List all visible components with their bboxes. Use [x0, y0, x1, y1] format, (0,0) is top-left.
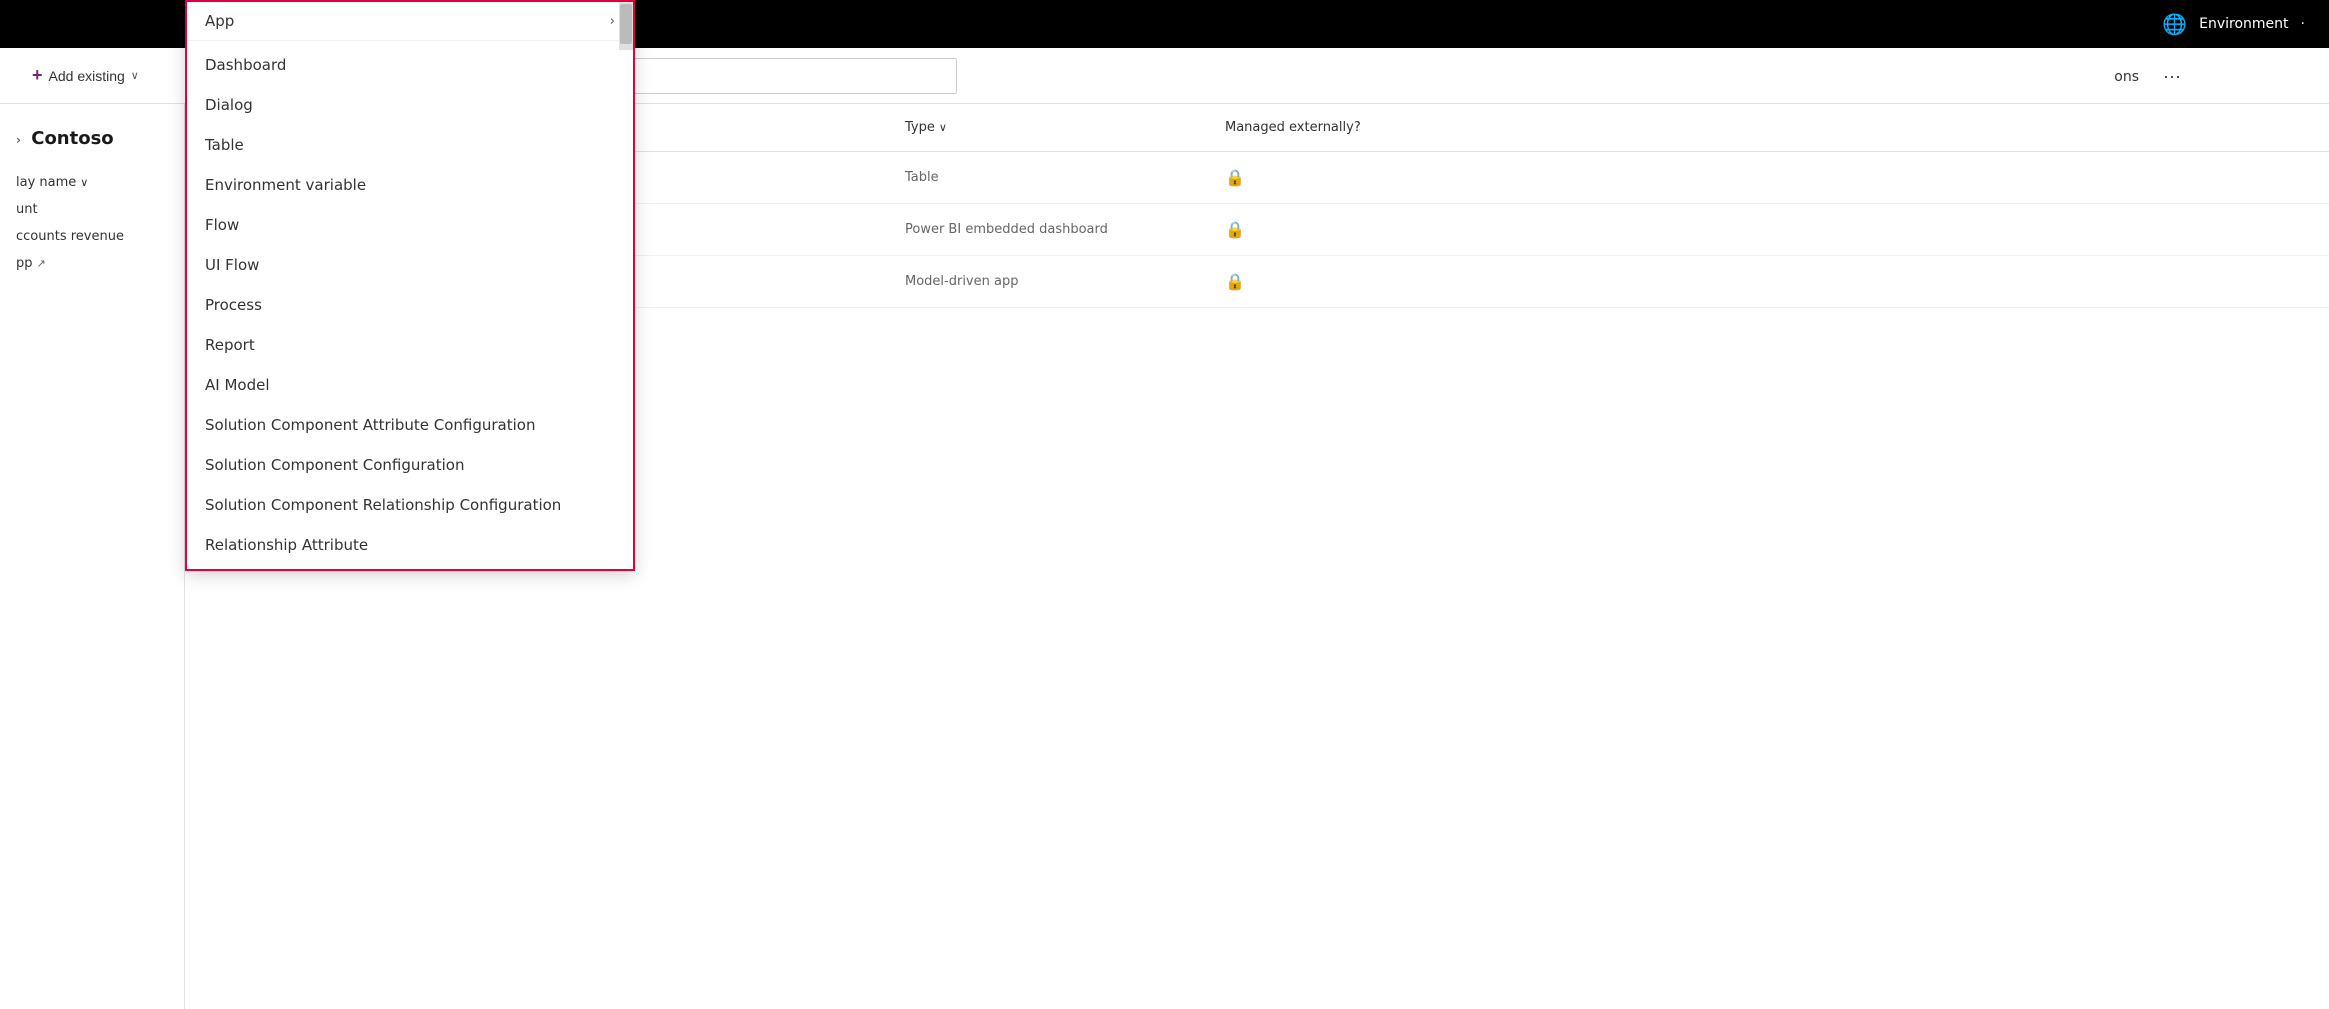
environment-dot: · [2301, 16, 2305, 32]
row-type-powerbi: Power BI embedded dashboard [905, 222, 1225, 237]
dropdown-item-solution-component-config[interactable]: Solution Component Configuration [187, 445, 633, 485]
dropdown-app-header[interactable]: App › [187, 2, 633, 41]
row-type-table: Table [905, 170, 1225, 185]
managed-header-label: Managed externally? [1225, 120, 1361, 135]
unt-label: unt [16, 202, 38, 217]
sidebar-items: lay name ∨ unt ccounts revenue pp ↗ [12, 169, 172, 277]
app-header-label: App [205, 12, 234, 30]
display-name-label: lay name [16, 175, 76, 190]
top-bar-right: 🌐 Environment · [2162, 12, 2305, 36]
row-managed-unt: 🔒 [1225, 168, 2309, 187]
row-type-model-driven: Model-driven app [905, 274, 1225, 289]
sidebar-title-text: Contoso [31, 128, 113, 149]
dropdown-item-flow[interactable]: Flow [187, 205, 633, 245]
dropdown-menu: App › Dashboard Dialog Table Environment… [185, 0, 635, 571]
search-input[interactable] [598, 68, 946, 84]
dropdown-item-process[interactable]: Process [187, 285, 633, 325]
dropdown-item-dialog[interactable]: Dialog [187, 85, 633, 125]
dropdown-item-ui-flow[interactable]: UI Flow [187, 245, 633, 285]
add-existing-label: Add existing [49, 68, 125, 84]
type-header-chevron: ∨ [939, 121, 947, 134]
sidebar-title[interactable]: › Contoso [12, 120, 172, 157]
lock-icon: 🔒 [1225, 168, 1245, 187]
app-label: pp [16, 256, 33, 271]
sidebar: › Contoso lay name ∨ unt ccounts revenue… [0, 104, 185, 1009]
dropdown-item-table[interactable]: Table [187, 125, 633, 165]
dropdown-item-environment-variable[interactable]: Environment variable [187, 165, 633, 205]
lock-icon: 🔒 [1225, 272, 1245, 291]
plus-icon: + [32, 65, 43, 86]
dropdown-item-report[interactable]: Report [187, 325, 633, 365]
dropdown-item-relationship-attribute[interactable]: Relationship Attribute [187, 525, 633, 565]
display-name-chevron: ∨ [80, 176, 88, 189]
sidebar-item-accounts-revenue[interactable]: ccounts revenue [12, 223, 172, 250]
dropdown-item-solution-component-attribute-config[interactable]: Solution Component Attribute Configurati… [187, 405, 633, 445]
sidebar-item-app[interactable]: pp ↗ [12, 250, 172, 277]
ellipsis-button[interactable]: ··· [2155, 62, 2189, 91]
type-header-label: Type [905, 120, 935, 135]
sidebar-item-displayname[interactable]: lay name ∨ [12, 169, 172, 196]
sidebar-chevron: › [16, 133, 21, 147]
sidebar-item-unt[interactable]: unt [12, 196, 172, 223]
add-existing-chevron: ∨ [131, 69, 139, 82]
type-column-header[interactable]: Type ∨ [905, 120, 1225, 135]
solutions-label: ons [2114, 69, 2139, 85]
globe-icon: 🌐 [2162, 12, 2187, 36]
managed-column-header: Managed externally? [1225, 120, 2309, 135]
dropdown-items: Dashboard Dialog Table Environment varia… [187, 41, 633, 569]
app-ext-icon: ↗ [37, 257, 46, 270]
dropdown-item-solution-component-relationship-config[interactable]: Solution Component Relationship Configur… [187, 485, 633, 525]
app-header-chevron: › [610, 14, 615, 29]
dropdown-item-ai-model[interactable]: AI Model [187, 365, 633, 405]
accounts-revenue-label: ccounts revenue [16, 229, 124, 244]
row-managed-app: 🔒 [1225, 272, 2309, 291]
lock-icon: 🔒 [1225, 220, 1245, 239]
environment-label: Environment [2199, 16, 2288, 32]
search-bar[interactable] [587, 58, 957, 94]
dropdown-item-dashboard[interactable]: Dashboard [187, 45, 633, 85]
add-existing-button[interactable]: + Add existing ∨ [20, 59, 151, 92]
row-managed-accounts-revenue: 🔒 [1225, 220, 2309, 239]
